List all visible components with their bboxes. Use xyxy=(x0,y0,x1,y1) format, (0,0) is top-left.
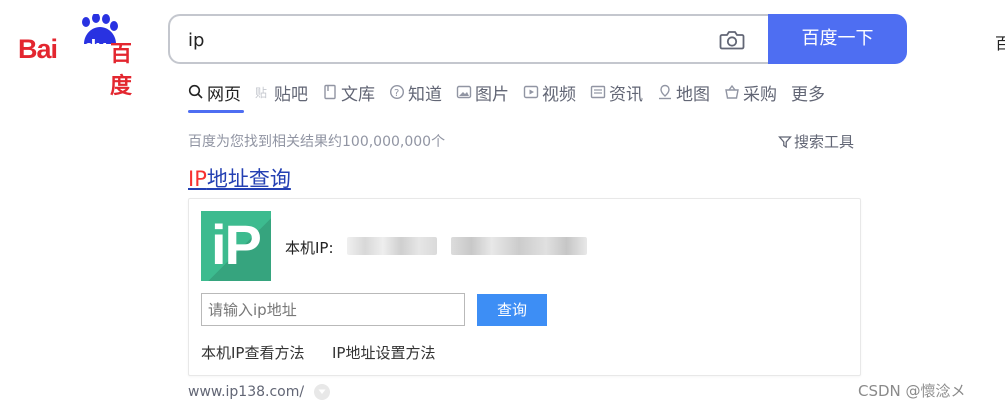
tab-map[interactable]: 地图 xyxy=(657,80,710,105)
tab-label: 更多 xyxy=(791,84,825,105)
ip-address-input[interactable] xyxy=(201,293,465,326)
blurred-ip-location xyxy=(451,237,587,255)
user-menu-text[interactable]: 百 xyxy=(995,30,1005,54)
search-box xyxy=(168,14,770,64)
baidu-logo[interactable]: Bai du 百度 xyxy=(18,14,150,99)
tab-label: 视频 xyxy=(542,84,576,105)
tab-zhidao[interactable]: ? 知道 xyxy=(389,80,442,105)
tab-news[interactable]: 资讯 xyxy=(590,80,643,105)
tab-more[interactable]: 更多 xyxy=(791,80,825,105)
tab-label: 知道 xyxy=(408,84,442,105)
search-icon xyxy=(188,84,203,99)
result-count: 百度为您找到相关结果约100,000,000个 xyxy=(188,134,446,150)
logo-text-du: du xyxy=(84,37,107,59)
tab-video[interactable]: 视频 xyxy=(523,80,576,105)
tab-label: 采购 xyxy=(743,84,777,105)
tab-images[interactable]: 图片 xyxy=(456,80,509,105)
question-icon: ? xyxy=(389,84,405,100)
tieba-icon: 贴 xyxy=(255,86,267,100)
logo-text-bai: Bai xyxy=(18,34,58,64)
search-tabs: 网页 贴 贴吧 文库 ? 知道 图片 视频 资讯 地图 采购 更多 xyxy=(188,80,839,106)
result-title-highlight: IP xyxy=(188,167,207,191)
doc-icon xyxy=(324,84,336,100)
map-icon xyxy=(659,84,671,100)
tab-tieba[interactable]: 贴 贴吧 xyxy=(255,80,308,105)
ip-logo-text: iP xyxy=(211,213,262,276)
watermark: CSDN @懷淰メ xyxy=(858,382,966,400)
filter-icon xyxy=(778,135,792,148)
logo-text-cn: 百度 xyxy=(110,42,132,99)
ip-logo: iP xyxy=(201,211,271,281)
local-ip-label: 本机IP: xyxy=(285,239,334,257)
video-icon xyxy=(523,85,539,99)
tab-label: 文库 xyxy=(341,84,375,105)
result-url[interactable]: www.ip138.com/ xyxy=(188,384,331,400)
news-icon xyxy=(590,85,606,99)
ip-setting-help-link[interactable]: IP地址设置方法 xyxy=(332,342,435,363)
tab-label: 资讯 xyxy=(609,84,643,105)
basket-icon xyxy=(725,84,739,99)
camera-icon[interactable] xyxy=(718,28,746,52)
tab-label: 贴吧 xyxy=(274,84,308,105)
tab-label: 图片 xyxy=(475,84,509,105)
tab-web[interactable]: 网页 xyxy=(188,80,241,105)
blurred-ip-value xyxy=(347,237,437,255)
tab-label: 网页 xyxy=(207,84,241,105)
tab-wenku[interactable]: 文库 xyxy=(322,80,375,105)
result-title-text: 地址查询 xyxy=(206,167,291,191)
chevron-down-icon[interactable] xyxy=(314,384,331,400)
active-tab-indicator xyxy=(188,110,244,113)
search-input[interactable] xyxy=(188,27,688,53)
search-tools-label: 搜索工具 xyxy=(794,133,855,151)
tab-purchase[interactable]: 采购 xyxy=(724,80,777,105)
local-ip-help-link[interactable]: 本机IP查看方法 xyxy=(201,342,304,363)
tab-label: 地图 xyxy=(676,84,710,105)
image-icon xyxy=(456,85,472,99)
search-button[interactable]: 百度一下 xyxy=(768,14,907,64)
result-title-link[interactable]: IP地址查询 xyxy=(188,163,291,193)
svg-text:贴: 贴 xyxy=(255,86,267,100)
ip-lookup-card: iP 本机IP: 查询 本机IP查看方法 IP地址设置方法 xyxy=(188,198,861,376)
svg-text:?: ? xyxy=(394,88,399,99)
result-url-text: www.ip138.com/ xyxy=(188,384,305,400)
query-button[interactable]: 查询 xyxy=(477,294,547,326)
search-tools-button[interactable]: 搜索工具 xyxy=(778,131,854,152)
